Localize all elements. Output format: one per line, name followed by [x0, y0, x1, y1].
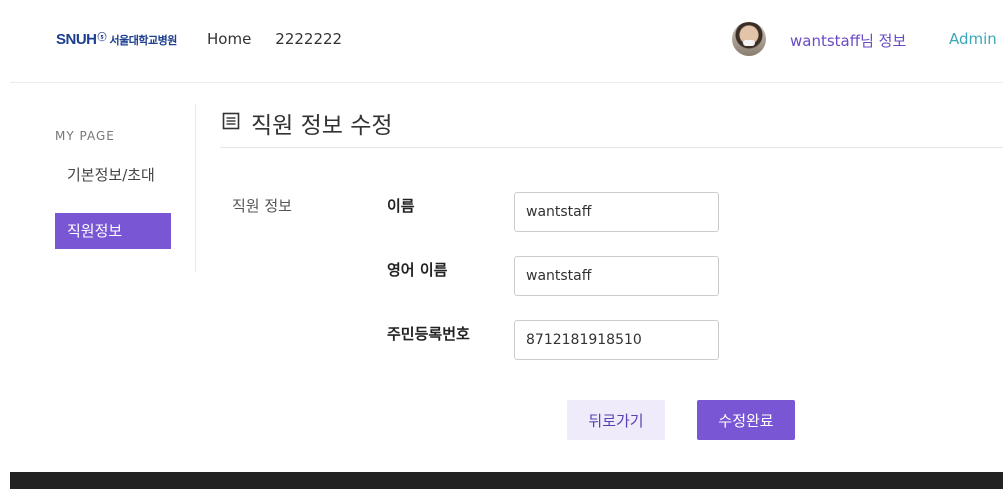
admin-link[interactable]: Admin	[949, 30, 997, 48]
nav-2222222[interactable]: 2222222	[275, 30, 342, 48]
title-divider	[220, 147, 1003, 148]
sidebar-item-staff-info[interactable]: 직원정보	[55, 213, 171, 249]
user-info-link[interactable]: wantstaff님 정보	[790, 30, 906, 51]
header-divider	[10, 82, 1003, 83]
avatar-mask	[743, 40, 755, 46]
footer	[10, 472, 1003, 489]
avatar[interactable]	[732, 22, 766, 56]
logo-text: SNUH	[56, 31, 97, 48]
list-icon	[222, 112, 240, 130]
top-nav: Home 2222222	[207, 30, 342, 48]
section-label: 직원 정보	[232, 197, 292, 215]
header: SNUH ⓢ 서울대학교병원 Home 2222222 wantstaff님 정…	[0, 0, 1003, 82]
english-name-input[interactable]	[514, 256, 719, 296]
logo-mark: ⓢ	[97, 33, 107, 43]
sidebar: MY PAGE 기본정보/초대 직원정보	[55, 104, 196, 272]
sidebar-item-label: 직원정보	[67, 222, 123, 240]
name-input[interactable]	[514, 192, 719, 232]
sidebar-item-basic-info[interactable]: 기본정보/초대	[55, 166, 171, 185]
submit-button[interactable]: 수정완료	[697, 400, 795, 440]
name-label: 이름	[387, 197, 415, 215]
page-title: 직원 정보 수정	[251, 113, 393, 139]
resident-number-input[interactable]	[514, 320, 719, 360]
resident-number-label: 주민등록번호	[387, 325, 470, 343]
sidebar-title: MY PAGE	[55, 129, 115, 143]
nav-home[interactable]: Home	[207, 30, 251, 48]
sidebar-item-label: 기본정보/초대	[67, 166, 155, 184]
logo-korean-text: 서울대학교병원	[109, 33, 178, 47]
logo[interactable]: SNUH ⓢ 서울대학교병원	[56, 30, 177, 49]
back-button[interactable]: 뒤로가기	[567, 400, 665, 440]
english-name-label: 영어 이름	[387, 261, 448, 279]
